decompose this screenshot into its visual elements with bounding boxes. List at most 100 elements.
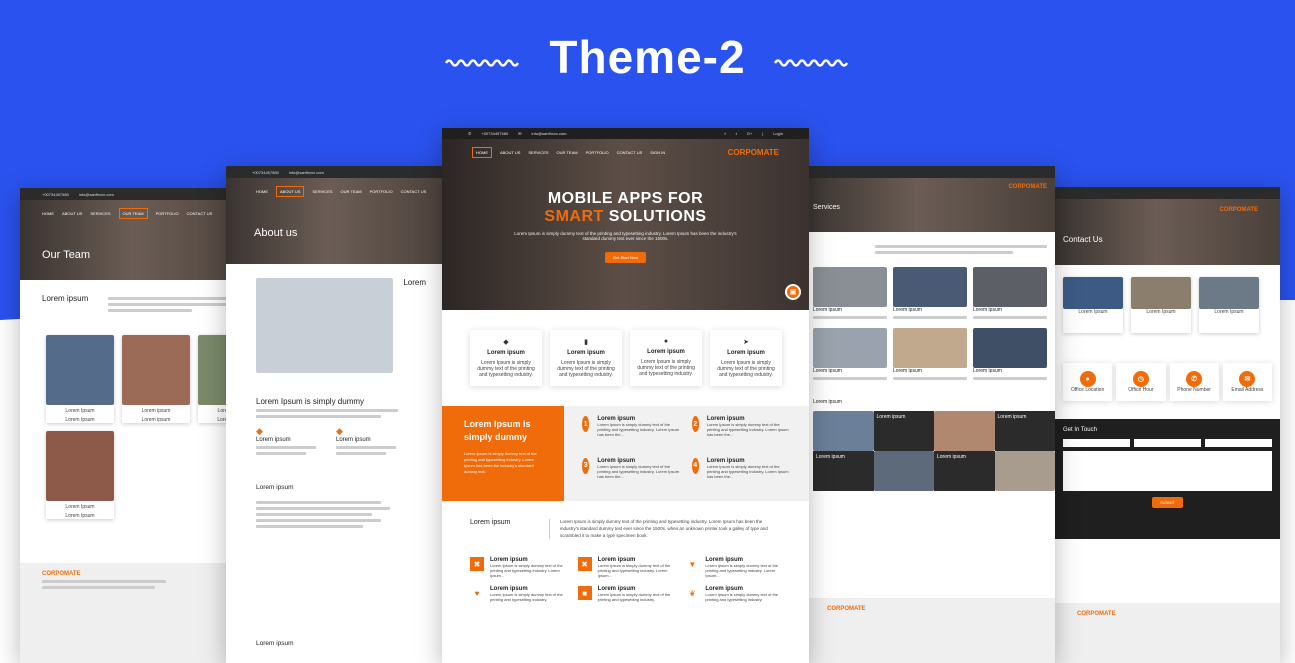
member-role: Lorem ipsum: [141, 417, 171, 423]
service-item[interactable]: ▼ Lorem ipsum Lorem Ipsum is simply dummy …: [685, 557, 781, 578]
feature-card-2[interactable]: ▮ Lorem ipsum Lorem Ipsum is simply dummy …: [550, 330, 622, 386]
office-card: Lorem Ipsum: [1131, 277, 1191, 333]
location-icon: ●: [1079, 371, 1096, 387]
service-item[interactable]: ✖ Lorem ipsum Lorem Ipsum is simply dummy …: [577, 557, 674, 578]
service-card[interactable]: Lorem ipsum: [813, 267, 887, 322]
team-member-card[interactable]: Lorem ipsum Lorem ipsum: [122, 335, 190, 423]
nav-services[interactable]: SERVICES: [528, 150, 548, 155]
about-intro: Lorem: [226, 264, 456, 387]
gallery-photo: [994, 451, 1055, 491]
service-card[interactable]: Lorem ipsum: [973, 328, 1047, 383]
right-wave-icon: [774, 59, 849, 67]
diamond-icon: ◆: [503, 339, 509, 346]
service-item[interactable]: ♥ Lorem ipsum Lorem Ipsum is simply dummy …: [470, 586, 566, 602]
contact-hero: CORPOMATE Contact Us: [1055, 187, 1280, 265]
nav-contact[interactable]: CONTACT US: [617, 150, 643, 155]
services-intro: [805, 232, 1055, 254]
service-card[interactable]: Lorem ipsum: [893, 328, 967, 383]
team-nav-portfolio[interactable]: PORTFOLIO: [156, 211, 179, 216]
facebook-icon[interactable]: f: [724, 131, 725, 136]
orange-block: Lorem Ipsum is simply dummy Lorem Ipsum …: [442, 406, 564, 501]
hero-content: MOBILE APPS FOR SMART SOLUTIONS Lorem Ip…: [442, 190, 809, 263]
service-card[interactable]: Lorem ipsum: [973, 267, 1047, 322]
chat-icon[interactable]: ▣: [785, 284, 801, 300]
team-member-card[interactable]: Lorem Ipsum Lorem Ipsum: [46, 335, 114, 423]
clock-icon: ◷: [1132, 371, 1149, 387]
nav-home[interactable]: HOME: [472, 147, 492, 158]
gallery-caption: Lorem ipsum: [873, 411, 934, 451]
team-nav-contact[interactable]: CONTACT US: [187, 211, 213, 216]
contact-topbar: [1055, 187, 1280, 199]
get-started-button[interactable]: Get Start Now: [604, 252, 647, 263]
feature-card-3[interactable]: ● Lorem ipsum Lorem Ipsum is simply dummy …: [630, 330, 702, 386]
email-field[interactable]: [1134, 439, 1201, 447]
about-nav-portfolio[interactable]: PORTFOLIO: [370, 189, 393, 194]
submit-button[interactable]: SUBMIT: [1151, 497, 1184, 508]
step-text: Lorem Ipsum is simply dummy text of the …: [706, 463, 789, 479]
google-plus-icon[interactable]: G+: [747, 131, 752, 136]
about-nav-about[interactable]: ABOUT US: [276, 186, 305, 197]
about-nav-team[interactable]: OUR TEAM: [341, 189, 362, 194]
login-link[interactable]: Login: [773, 131, 783, 136]
service-item-text: Lorem Ipsum is simply dummy text of the …: [490, 592, 563, 603]
twitter-icon[interactable]: t: [736, 131, 737, 136]
hero-accent: SMART: [544, 208, 604, 225]
rocket-icon: ➤: [743, 339, 749, 346]
feature-title: Lorem ipsum: [727, 350, 765, 356]
home-page-preview[interactable]: ✆ +00734457580 ✉ info@sanfhxxx.com f t G…: [442, 128, 809, 663]
about-feature-2: Lorem ipsum: [336, 437, 371, 443]
page-headline: Theme-2: [0, 30, 1295, 84]
office-card: Lorem Ipsum: [1063, 277, 1123, 333]
contact-info-phone: ✆ Phone Number: [1169, 363, 1219, 401]
service-item[interactable]: ■ Lorem ipsum Lorem Ipsum is simply dummy …: [577, 586, 674, 603]
services-page-preview[interactable]: CORPOMATE Services Lorem ipsum Lorem ips…: [805, 166, 1055, 663]
step-text: Lorem Ipsum is simply dummy text of the …: [597, 463, 680, 479]
badge-icon: ■: [577, 586, 592, 601]
service-title: Lorem ipsum: [813, 368, 842, 374]
contact-brand: CORPOMATE: [1219, 207, 1258, 213]
services-nav: CORPOMATE: [805, 178, 1055, 196]
contact-footer-brand: CORPOMATE: [1077, 611, 1116, 617]
phone-field[interactable]: [1205, 439, 1272, 447]
team-nav-home[interactable]: HOME: [42, 211, 54, 216]
nav-signin[interactable]: SIGN IN: [650, 150, 665, 155]
step-item: 4 Lorem ipsum Lorem Ipsum is simply dummy …: [691, 457, 792, 492]
home-nav: HOME ABOUT US SERVICES OUR TEAM PORTFOLI…: [442, 139, 809, 166]
nav-portfolio[interactable]: PORTFOLIO: [586, 150, 609, 155]
home-topbar: ✆ +00734457580 ✉ info@sanfhxxx.com f t G…: [442, 128, 809, 139]
about-subtitle: Lorem Ipsum is simply dummy: [256, 397, 365, 406]
service-card[interactable]: Lorem ipsum: [893, 267, 967, 322]
about-nav-services[interactable]: SERVICES: [312, 189, 332, 194]
contact-page-preview[interactable]: CORPOMATE Contact Us Lorem Ipsum Lorem I…: [1055, 187, 1280, 663]
step-text: Lorem Ipsum is simply dummy text of the …: [706, 422, 789, 437]
about-nav-contact[interactable]: CONTACT US: [401, 189, 427, 194]
nav-about[interactable]: ABOUT US: [500, 150, 520, 155]
team-nav-about[interactable]: ABOUT US: [62, 211, 82, 216]
about-page-preview[interactable]: +00734457580 info@sanfhxxx.com HOME ABOU…: [226, 166, 456, 663]
name-field[interactable]: [1063, 439, 1130, 447]
team-nav-services[interactable]: SERVICES: [90, 211, 110, 216]
gallery-photo: [813, 411, 874, 451]
message-field[interactable]: [1063, 451, 1272, 491]
team-member-card[interactable]: Lorem Ipsum Lorem Ipsum: [46, 431, 114, 519]
service-item-text: Lorem Ipsum is simply dummy text of the …: [705, 563, 779, 579]
service-card[interactable]: Lorem ipsum: [813, 328, 887, 383]
feature-card-1[interactable]: ◆ Lorem ipsum Lorem Ipsum is simply dummy …: [470, 330, 542, 386]
service-item-text: Lorem Ipsum is simply dummy text of the …: [597, 592, 671, 603]
step-number: 2: [691, 416, 699, 432]
nav-team[interactable]: OUR TEAM: [557, 150, 578, 155]
service-item[interactable]: ✖ Lorem ipsum Lorem Ipsum is simply dummy …: [470, 557, 566, 578]
feature-card-4[interactable]: ➤ Lorem ipsum Lorem Ipsum is simply dummy …: [710, 330, 782, 386]
team-nav-team[interactable]: OUR TEAM: [118, 208, 148, 219]
step-number: 4: [691, 457, 699, 474]
home-brand: CORPOMATE: [727, 148, 779, 157]
about-nav-home[interactable]: HOME: [256, 189, 268, 194]
service-item[interactable]: ❦ Lorem ipsum Lorem Ipsum is simply dummy …: [685, 586, 781, 602]
services-section-title: Lorem ipsum: [813, 399, 842, 405]
contact-form: Get In Touch SUBMIT: [1055, 419, 1280, 539]
member-role: Lorem Ipsum: [65, 417, 95, 423]
contact-info-row: ● Office Location ◷ Office Hour ✆ Phone Num…: [1055, 345, 1280, 419]
hero-line-2: SMART SOLUTIONS: [442, 208, 809, 226]
services-footer: CORPOMATE: [805, 598, 1055, 663]
gallery-photo: [934, 411, 995, 451]
